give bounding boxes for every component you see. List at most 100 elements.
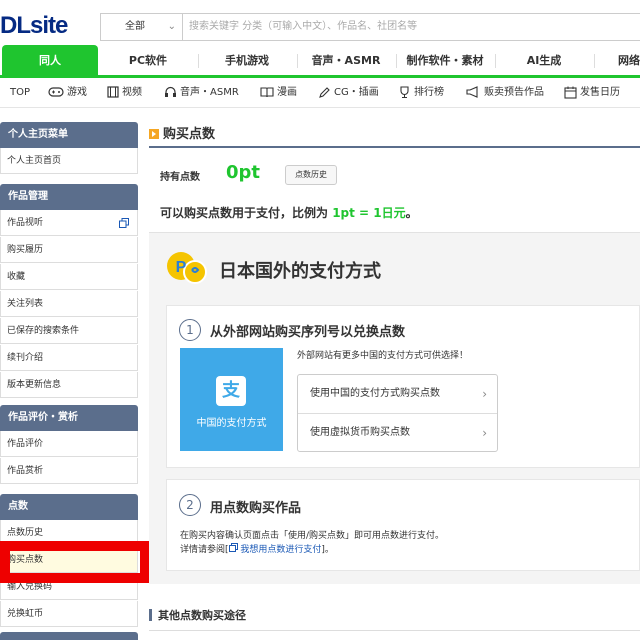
china-payment-tile[interactable]: 支 中国的支付方式 — [180, 348, 283, 451]
step1-note: 外部网站有更多中国的支付方式可供选择！ — [297, 351, 469, 361]
subnav-cg-illust-label: CG・插画 — [334, 87, 379, 98]
subnav-release-calendar[interactable]: 发售日历 — [564, 78, 620, 108]
subnav-preorder-label: 贩卖预告作品 — [484, 87, 544, 98]
book-icon — [260, 87, 274, 98]
rate-prefix: 可以购买点数用于支付，比例为 — [160, 206, 329, 220]
external-window-icon — [119, 218, 129, 228]
china-payment-label: 中国的支付方式 — [196, 418, 267, 429]
sidebar-item-series[interactable]: 续刊介绍 — [0, 345, 138, 371]
search-category-label: 全部 — [125, 21, 145, 32]
headphones-icon — [165, 86, 176, 97]
subnav-ranking-label: 排行榜 — [414, 87, 444, 98]
option-china-payment[interactable]: 使用中国的支付方式购买点数 › — [298, 375, 497, 413]
subnav-voice-asmr[interactable]: 音声・ASMR — [164, 78, 239, 108]
search-bar: 全部 ⌄ 搜索关键字 分类（可输入中文）、作品名、社团名等 — [100, 13, 640, 41]
points-held-value: 0pt — [226, 162, 261, 183]
page-title: 购买点数 — [149, 125, 215, 145]
subnav-manga-label: 漫画 — [277, 87, 297, 98]
page-title-text: 购买点数 — [163, 127, 216, 142]
sidebar-item-exchange-coins[interactable]: 兑换虹币 — [0, 601, 138, 627]
sidebar-item-appreciation[interactable]: 作品赏析 — [0, 458, 138, 484]
sidebar-item-label: 作品视听 — [7, 218, 44, 228]
sidebar-item-version-updates[interactable]: 版本更新信息 — [0, 372, 138, 398]
rate-value: 1pt = 1日元 — [332, 206, 406, 220]
sidebar-item-reviews[interactable]: 作品评价 — [0, 431, 138, 457]
subnav-release-calendar-label: 发售日历 — [580, 87, 620, 98]
search-input[interactable]: 搜索关键字 分类（可输入中文）、作品名、社团名等 — [189, 14, 417, 40]
option-crypto-payment[interactable]: 使用虚拟货币购买点数 › — [298, 414, 497, 452]
header: DLsite 全部 ⌄ 搜索关键字 分类（可输入中文）、作品名、社团名等 — [0, 0, 640, 45]
option-crypto-payment-label: 使用虚拟货币购买点数 — [310, 427, 410, 438]
sidebar-heading-works: 作品管理 — [0, 184, 138, 210]
chevron-down-icon: ⌄ — [167, 21, 176, 32]
subnav-voice-asmr-label: 音声・ASMR — [180, 87, 239, 98]
subnav-games[interactable]: 游戏 — [48, 78, 87, 108]
tab-tools-materials[interactable]: 制作软件・素材 — [397, 45, 493, 77]
step2-card — [166, 479, 640, 571]
tab-doujin[interactable]: 同人 — [2, 45, 98, 77]
megaphone-icon — [466, 86, 478, 98]
subnav-top-label: TOP — [10, 87, 31, 98]
overseas-payment-title: 日本国外的支付方式 — [219, 261, 381, 282]
alipay-icon: 支 — [216, 376, 246, 406]
other-methods-title-text: 其他点数购买途径 — [158, 609, 246, 622]
sidebar-item-purchase-history[interactable]: 购买履历 — [0, 237, 138, 263]
tab-voice-asmr[interactable]: 音声・ASMR — [298, 45, 394, 77]
step1-number: 1 — [179, 319, 201, 341]
subnav-preorder[interactable]: 贩卖预告作品 — [466, 78, 544, 108]
tab-pc-software[interactable]: PC软件 — [100, 45, 196, 77]
points-coin-icon: P — [167, 252, 207, 284]
chevron-right-icon: › — [482, 426, 487, 440]
sidebar-item-saved-searches[interactable]: 已保存的搜索条件 — [0, 318, 138, 344]
pay-with-points-link-text: 我想用点数进行支付 — [240, 545, 322, 555]
search-category-select[interactable]: 全部 ⌄ — [101, 14, 183, 40]
payment-options-box: 使用中国的支付方式购买点数 › 使用虚拟货币购买点数 › — [297, 374, 498, 452]
option-china-payment-label: 使用中国的支付方式购买点数 — [310, 388, 440, 399]
tab-ai-generated[interactable]: AI生成 — [496, 45, 592, 77]
step2-title: 用点数购买作品 — [210, 501, 302, 516]
tab-divider — [594, 54, 595, 68]
logo-main-text: DL — [0, 12, 31, 39]
calendar-icon — [564, 86, 577, 99]
svg-text:P: P — [176, 259, 187, 276]
sidebar-item-follow-list[interactable]: 关注列表 — [0, 291, 138, 317]
step2-reference: 详情请参阅[ 我想用点数进行支付]。 — [180, 542, 334, 555]
category-tabs: 同人 PC软件 手机游戏 音声・ASMR 制作软件・素材 AI生成 网络 — [0, 45, 640, 77]
dlsite-logo[interactable]: DLsite — [0, 12, 68, 40]
subnav-cg-illust[interactable]: CG・插画 — [318, 78, 379, 108]
subnav-manga[interactable]: 漫画 — [260, 78, 297, 108]
selection-highlight-box — [0, 541, 150, 583]
other-methods-divider — [149, 630, 640, 631]
subnav-games-label: 游戏 — [67, 87, 87, 98]
subnav-ranking[interactable]: 排行榜 — [398, 78, 444, 108]
points-held-label: 持有点数 — [160, 172, 200, 183]
pay-with-points-link[interactable]: 我想用点数进行支付 — [228, 543, 322, 555]
page: DLsite 全部 ⌄ 搜索关键字 分类（可输入中文）、作品名、社团名等 同人 … — [0, 0, 640, 640]
pen-icon — [319, 86, 330, 98]
sub-navigation: TOP 游戏 视频 音声・ASMR 漫画 CG・插画 排行榜 贩卖预告作品 发售… — [0, 78, 640, 108]
trophy-icon — [400, 85, 409, 98]
title-divider — [149, 146, 640, 148]
points-history-button[interactable]: 点数历史 — [285, 165, 337, 185]
reference-prefix: 详情请参阅[ — [180, 545, 229, 555]
play-arrow-icon — [149, 129, 159, 139]
sidebar-heading-next — [0, 632, 138, 640]
logo-site-text: site — [30, 12, 68, 39]
step1-title: 从外部网站购买序列号以兑换点数 — [210, 325, 406, 340]
subnav-top[interactable]: TOP — [10, 78, 30, 108]
subnav-video[interactable]: 视频 — [107, 78, 142, 108]
external-window-icon — [228, 543, 238, 552]
gamepad-icon — [48, 87, 64, 97]
other-methods-title: 其他点数购买途径 — [149, 607, 246, 623]
subnav-video-label: 视频 — [122, 87, 142, 98]
tab-mobile-games[interactable]: 手机游戏 — [199, 45, 295, 77]
sidebar-heading-reviews: 作品评价・赏析 — [0, 405, 138, 431]
sidebar-item-works-view[interactable]: 作品视听 — [0, 210, 138, 236]
reference-suffix: ]。 — [321, 545, 334, 555]
step2-description: 在购买内容确认页面点击「使用/购买点数」即可用点数进行支付。 — [180, 531, 445, 541]
tab-web[interactable]: 网络 — [600, 45, 640, 77]
rate-suffix: 。 — [405, 206, 418, 220]
sidebar-item-favorites[interactable]: 收藏 — [0, 264, 138, 290]
sidebar-item-profile-home[interactable]: 个人主页首页 — [0, 148, 138, 174]
points-rate-explanation: 可以购买点数用于支付，比例为 1pt = 1日元。 — [160, 204, 418, 221]
